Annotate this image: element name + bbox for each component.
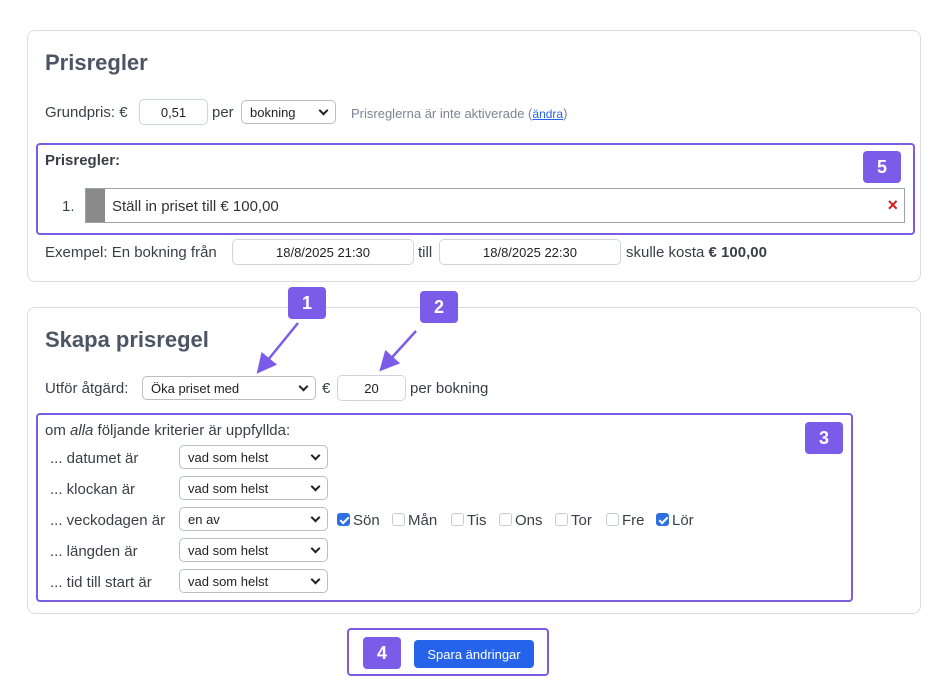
pricing-rules-title: Prisregler bbox=[45, 50, 148, 75]
chevron-down-icon bbox=[298, 381, 309, 391]
per-label: per bbox=[212, 104, 234, 121]
unit-select[interactable]: bokning bbox=[241, 100, 336, 124]
highlight-box-criteria bbox=[36, 413, 853, 602]
callout-badge-5: 5 bbox=[863, 151, 901, 183]
highlight-box-rules bbox=[36, 143, 915, 235]
per-booking-label: per bokning bbox=[410, 380, 489, 397]
callout-badge-4: 4 bbox=[363, 637, 401, 669]
action-select[interactable]: Öka priset med bbox=[142, 376, 316, 400]
amount-input[interactable] bbox=[337, 375, 406, 401]
callout-badge-3: 3 bbox=[805, 422, 843, 454]
action-select-value: Öka priset med bbox=[151, 380, 240, 396]
change-link[interactable]: ändra bbox=[532, 107, 563, 121]
example-to-input[interactable] bbox=[439, 239, 621, 265]
chevron-down-icon bbox=[318, 105, 329, 115]
example-from-input[interactable] bbox=[232, 239, 414, 265]
unit-select-value: bokning bbox=[250, 104, 296, 120]
example-result: skulle kosta € 100,00 bbox=[626, 244, 767, 261]
currency-label: € bbox=[322, 380, 331, 397]
rules-inactive-text: Prisreglerna är inte aktiverade (ändra) bbox=[351, 106, 568, 121]
action-label: Utför åtgärd: bbox=[45, 380, 129, 397]
example-to-label: till bbox=[418, 244, 433, 261]
example-prefix: Exempel: En bokning från bbox=[45, 244, 217, 261]
create-rule-title: Skapa prisregel bbox=[45, 327, 209, 352]
base-price-input[interactable] bbox=[139, 99, 208, 125]
callout-badge-1: 1 bbox=[288, 287, 326, 319]
base-price-label: Grundpris: € bbox=[45, 104, 128, 121]
callout-badge-2: 2 bbox=[420, 291, 458, 323]
